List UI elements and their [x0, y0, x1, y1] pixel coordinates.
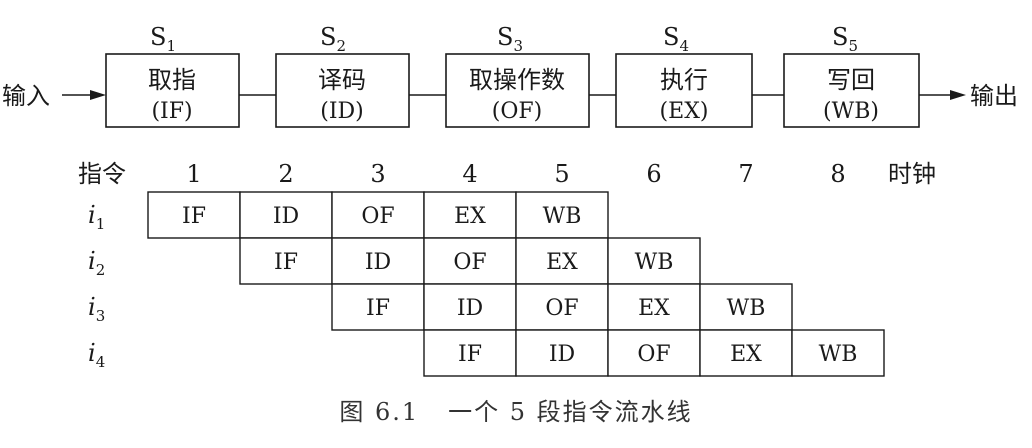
stage-s5-label: S5	[832, 23, 858, 55]
instr-header: 指令	[78, 160, 126, 188]
pipeline-cell-text: IF	[182, 204, 206, 229]
pipeline-cell-i1-ex: EX	[423, 191, 517, 239]
pipeline-cell-text: ID	[273, 204, 299, 229]
pipeline-cell-i1-of: OF	[331, 191, 425, 239]
pipeline-cell-i4-if: IF	[423, 329, 517, 377]
pipeline-cell-text: ID	[365, 250, 391, 275]
pipeline-cell-text: IF	[274, 250, 298, 275]
pipeline-cell-i3-of: OF	[515, 283, 609, 331]
clock-labels: 1 2 3 4 5 6 7 8	[186, 160, 845, 188]
clock-label-8: 8	[830, 160, 845, 188]
pipeline-cell-text: WB	[819, 342, 858, 367]
stage-s1-name: 取指	[148, 66, 196, 94]
clock-label-1: 1	[186, 160, 201, 188]
stage-s4: S4 执行 (EX)	[615, 23, 753, 128]
stage-s1: S1 取指 (IF)	[105, 23, 240, 128]
pipeline-cell-i3-ex: EX	[607, 283, 701, 331]
stage-s1-label: S1	[150, 23, 176, 55]
pipeline-cell-text: WB	[635, 250, 674, 275]
stage-s5: S5 写回 (WB)	[783, 23, 920, 128]
stage-s4-label: S4	[663, 23, 689, 55]
figure-caption: 图 6.1 一个 5 段指令流水线	[339, 398, 692, 426]
pipeline-cell-i2-id: ID	[331, 237, 425, 285]
stage-s3: S3 取操作数 (OF)	[445, 23, 590, 128]
clock-label-4: 4	[462, 160, 477, 188]
pipeline-cell-text: IF	[458, 342, 482, 367]
pipeline-cell-i4-of: OF	[607, 329, 701, 377]
stage-s3-label: S3	[497, 23, 523, 55]
pipeline-cell-i4-wb: WB	[791, 329, 885, 377]
stage-s1-abbr: (IF)	[151, 99, 192, 124]
pipeline-cell-text: OF	[545, 296, 578, 321]
pipeline-cell-text: OF	[453, 250, 486, 275]
clock-label-3: 3	[370, 160, 385, 188]
output-arrow-head	[950, 90, 966, 100]
stage-s3-name: 取操作数	[469, 66, 565, 94]
clock-label-5: 5	[554, 160, 569, 188]
pipeline-cell-text: OF	[361, 204, 394, 229]
pipeline-cell-text: WB	[543, 204, 582, 229]
pipeline-cell-i3-id: ID	[423, 283, 517, 331]
instruction-label-1: i1	[88, 201, 105, 233]
pipeline-cell-i3-wb: WB	[699, 283, 793, 331]
pipeline-cell-text: OF	[637, 342, 670, 367]
pipeline-cell-text: EX	[454, 204, 486, 229]
pipeline-cell-i2-of: OF	[423, 237, 517, 285]
output-label: 输出	[970, 82, 1018, 110]
instruction-label-3: i3	[88, 293, 105, 325]
pipeline-cell-text: ID	[457, 296, 483, 321]
clock-header: 时钟	[888, 160, 936, 188]
stage-s5-name: 写回	[827, 66, 875, 94]
pipeline-cell-i1-wb: WB	[515, 191, 609, 239]
pipeline-cell-text: EX	[546, 250, 578, 275]
stage-s2-abbr: (ID)	[320, 99, 364, 124]
pipeline-cell-i2-if: IF	[239, 237, 333, 285]
stage-s5-abbr: (WB)	[823, 99, 879, 124]
clock-label-6: 6	[646, 160, 661, 188]
pipeline-cell-i2-wb: WB	[607, 237, 701, 285]
input-label: 输入	[2, 82, 50, 110]
stage-s3-abbr: (OF)	[492, 99, 542, 124]
pipeline-cell-text: EX	[638, 296, 670, 321]
instruction-label-4: i4	[88, 339, 105, 371]
pipeline-cell-text: IF	[366, 296, 390, 321]
stage-s4-abbr: (EX)	[660, 99, 709, 124]
pipeline-cell-text: WB	[727, 296, 766, 321]
instruction-label-2: i2	[88, 247, 105, 279]
pipeline-cell-text: EX	[730, 342, 762, 367]
pipeline-cell-text: ID	[549, 342, 575, 367]
stage-s2: S2 译码 (ID)	[275, 23, 410, 128]
stage-s2-label: S2	[320, 23, 346, 55]
pipeline-cells: IF ID OF EX WB IF ID OF EX WB IF ID OF EX WB IF ID OF EX WB	[147, 191, 885, 377]
stage-s2-name: 译码	[318, 66, 366, 94]
pipeline-cell-i3-if: IF	[331, 283, 425, 331]
pipeline-cell-i1-if: IF	[147, 191, 241, 239]
pipeline-cell-i2-ex: EX	[515, 237, 609, 285]
clock-label-2: 2	[278, 160, 293, 188]
stage-s4-name: 执行	[660, 66, 708, 94]
clock-label-7: 7	[738, 160, 753, 188]
pipeline-diagram: 输入 S1 取指 (IF) S2 译码 (ID) S3 取操作数 (OF) S4…	[2, 23, 1018, 426]
pipeline-cell-i1-id: ID	[239, 191, 333, 239]
instruction-labels: i1 i2 i3 i4	[88, 201, 105, 371]
input-arrow-head	[90, 90, 106, 100]
pipeline-cell-i4-id: ID	[515, 329, 609, 377]
pipeline-cell-i4-ex: EX	[699, 329, 793, 377]
